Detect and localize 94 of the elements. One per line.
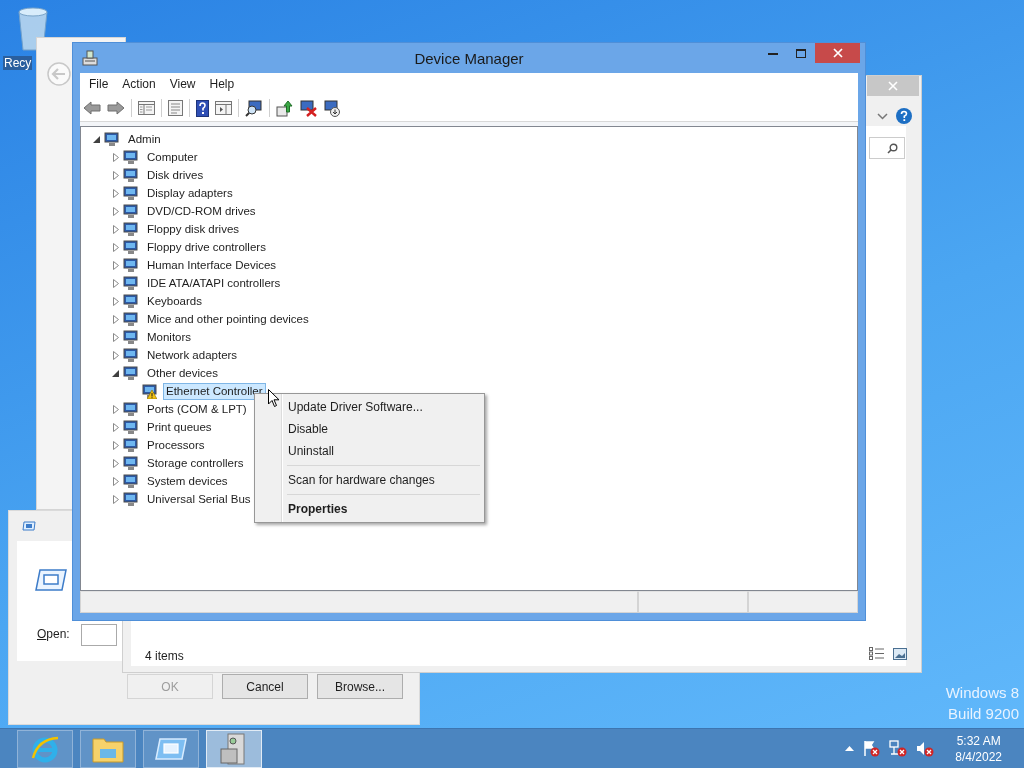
tree-item[interactable]: Ports (COM & LPT) (144, 400, 250, 418)
window-title: Device Manager (413, 49, 525, 67)
action-pane-icon[interactable] (215, 101, 232, 115)
collapsed-arrow-icon[interactable] (112, 350, 119, 360)
taskbar-button[interactable] (80, 729, 136, 768)
tree-item[interactable]: Other devices (144, 364, 221, 382)
os-version-text: Windows 8 (945, 684, 1019, 701)
properties-icon[interactable] (168, 100, 183, 116)
status-text: 4 items (145, 649, 184, 663)
collapsed-arrow-icon[interactable] (112, 404, 119, 414)
collapsed-arrow-icon[interactable] (112, 260, 119, 270)
open-field[interactable] (81, 624, 117, 646)
run-icon (155, 737, 187, 760)
collapsed-arrow-icon[interactable] (112, 314, 119, 324)
tree-item[interactable]: Admin (125, 130, 164, 148)
collapsed-arrow-icon[interactable] (112, 296, 119, 306)
run-icon (35, 569, 67, 591)
maximize-icon (795, 48, 806, 58)
chevron-down-icon[interactable] (877, 113, 888, 120)
dialog-button[interactable]: Cancel (222, 674, 308, 699)
tree-item[interactable]: Monitors (144, 328, 195, 346)
tree-item[interactable]: DVD/CD-ROM drives (144, 202, 259, 220)
search-field[interactable] (869, 137, 905, 159)
tree-item[interactable]: Mice and other pointing devices (144, 310, 312, 328)
taskbar-button[interactable] (17, 729, 73, 768)
console-tree-icon[interactable] (138, 101, 155, 115)
clock[interactable]: 5:32 AM 8/4/2022 (955, 733, 1002, 764)
search-icon (887, 142, 898, 154)
tree-item[interactable]: Keyboards (144, 292, 205, 310)
device-manager-icon (81, 49, 99, 67)
update-driver-icon[interactable] (276, 99, 293, 117)
help-icon[interactable] (896, 108, 912, 124)
collapsed-arrow-icon[interactable] (112, 278, 119, 288)
open-label: Open: (37, 627, 70, 641)
help-icon[interactable] (196, 99, 209, 117)
collapsed-arrow-icon[interactable] (112, 152, 119, 162)
menu-item[interactable]: View (162, 75, 203, 93)
collapsed-arrow-icon[interactable] (112, 242, 119, 252)
thumbnail-view-icon[interactable] (893, 647, 907, 660)
tree-item[interactable]: Ethernet Controller (163, 382, 266, 400)
close-icon (832, 48, 843, 58)
dialog-button[interactable]: Browse... (317, 674, 403, 699)
collapsed-arrow-icon[interactable] (112, 458, 119, 468)
tree-item[interactable]: System devices (144, 472, 231, 490)
menu-item[interactable]: Uninstall (257, 440, 482, 462)
collapsed-arrow-icon[interactable] (112, 332, 119, 342)
close-button[interactable] (815, 43, 860, 63)
mouse-pointer-icon (268, 389, 280, 408)
tree-item[interactable]: Network adapters (144, 346, 241, 364)
menu-item[interactable]: Scan for hardware changes (257, 469, 482, 491)
menu-item[interactable]: Help (202, 75, 242, 93)
expanded-arrow-icon[interactable] (112, 369, 119, 377)
speaker-icon[interactable] (916, 740, 935, 757)
menu-item[interactable]: Properties (257, 498, 482, 520)
collapsed-arrow-icon[interactable] (112, 206, 119, 216)
flag-icon[interactable] (863, 740, 881, 757)
device-manager-icon (220, 732, 248, 765)
network-icon[interactable] (889, 740, 908, 757)
menu-item[interactable]: Action (115, 75, 163, 93)
taskbar-button[interactable] (143, 729, 199, 768)
tree-item[interactable]: Disk drives (144, 166, 207, 184)
tree-item[interactable]: Universal Serial Bus (144, 490, 254, 508)
collapsed-arrow-icon[interactable] (112, 440, 119, 450)
tree-item[interactable]: IDE ATA/ATAPI controllers (144, 274, 284, 292)
menu-item[interactable]: Disable (257, 418, 482, 440)
collapsed-arrow-icon[interactable] (112, 188, 119, 198)
tree-item[interactable]: Processors (144, 436, 208, 454)
taskbar-button[interactable] (206, 729, 262, 768)
run-icon (22, 521, 36, 531)
close-icon (888, 81, 898, 91)
tree-item[interactable]: Print queues (144, 418, 215, 436)
tree-item[interactable]: Human Interface Devices (144, 256, 280, 274)
tree-item[interactable]: Display adapters (144, 184, 236, 202)
back-arrow-icon[interactable] (83, 101, 101, 115)
desktop-icon-label[interactable]: Recy (3, 56, 33, 70)
collapsed-arrow-icon[interactable] (112, 170, 119, 180)
collapsed-arrow-icon[interactable] (112, 494, 119, 504)
forward-arrow-icon[interactable] (107, 101, 125, 115)
expanded-arrow-icon[interactable] (93, 135, 100, 143)
tree-item[interactable]: Floppy drive controllers (144, 238, 269, 256)
enable-device-icon[interactable] (323, 99, 341, 117)
collapsed-arrow-icon[interactable] (112, 476, 119, 486)
tree-item[interactable]: Computer (144, 148, 201, 166)
show-hidden-icons-icon[interactable] (845, 746, 855, 751)
os-version-text: Build 9200 (948, 705, 1019, 722)
tree-item[interactable]: Floppy disk drives (144, 220, 243, 238)
scan-hardware-icon[interactable] (245, 99, 263, 117)
uninstall-icon[interactable] (299, 99, 317, 117)
details-view-icon[interactable] (869, 647, 885, 660)
minimize-icon (767, 51, 778, 55)
collapsed-arrow-icon[interactable] (112, 224, 119, 234)
collapsed-arrow-icon[interactable] (112, 422, 119, 432)
tree-item[interactable]: Storage controllers (144, 454, 247, 472)
menu-item[interactable]: File (82, 75, 116, 93)
